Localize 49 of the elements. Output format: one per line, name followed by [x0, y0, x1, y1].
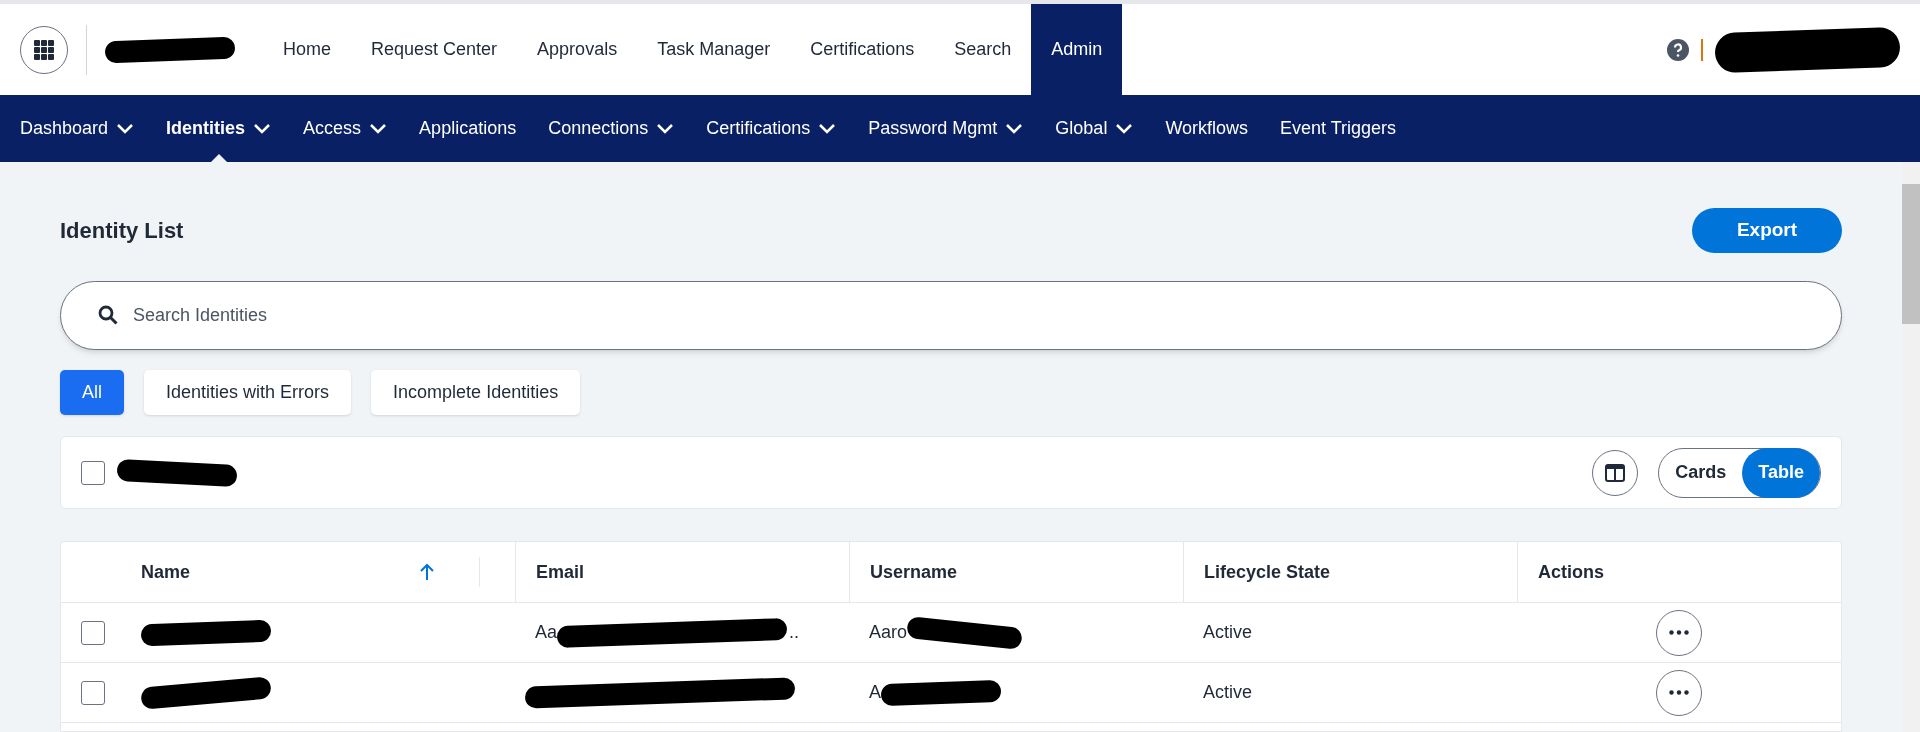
admin-nav-item[interactable]: Workflows — [1149, 95, 1265, 162]
more-icon — [1669, 690, 1689, 695]
column-header[interactable]: Name — [141, 558, 191, 586]
checkbox[interactable] — [81, 460, 105, 485]
table-cell-text: Aaro — [869, 621, 908, 644]
column-header[interactable]: Lifecycle State — [1204, 558, 1331, 586]
admin-nav-item[interactable]: Identities — [150, 95, 288, 162]
admin-nav-item[interactable]: Connections — [532, 95, 691, 162]
sort-ascending-icon[interactable] — [419, 563, 435, 581]
top-nav-tab[interactable]: Certifications — [790, 4, 935, 95]
top-nav-tab[interactable]: Search — [934, 4, 1032, 95]
top-nav-tab[interactable]: Approvals — [517, 4, 638, 95]
top-nav-tab[interactable]: Task Manager — [637, 4, 791, 95]
filter-chip[interactable]: All — [60, 370, 124, 415]
admin-nav-item[interactable]: Password Mgmt — [852, 95, 1040, 162]
top-nav-tab[interactable]: Request Center — [351, 4, 518, 95]
admin-nav-item[interactable]: Access — [287, 95, 404, 162]
top-nav-tab[interactable]: Admin — [1031, 4, 1123, 95]
export-button[interactable]: Export — [1692, 208, 1842, 253]
page-title: Identity List — [60, 217, 184, 245]
view-toggle-option[interactable]: Cards — [1659, 447, 1743, 498]
admin-nav-item[interactable]: Dashboard — [4, 95, 151, 162]
filter-chip[interactable]: Incomplete Identities — [371, 370, 581, 415]
column-header[interactable]: Username — [870, 558, 958, 586]
table-cell-text: A — [869, 681, 881, 704]
table-cell: Active — [1203, 682, 1253, 702]
column-header[interactable]: Actions — [1538, 558, 1604, 586]
search-field[interactable]: Search Identities — [60, 281, 1842, 350]
admin-nav-item[interactable]: Certifications — [690, 95, 853, 162]
columns-icon — [1605, 463, 1626, 482]
admin-nav-item[interactable]: Global — [1039, 95, 1150, 162]
column-header[interactable]: Email — [536, 558, 585, 586]
filter-chip[interactable]: Identities with Errors — [144, 370, 352, 415]
table-cell: Active — [1203, 622, 1253, 642]
active-indicator — [210, 154, 227, 162]
checkbox[interactable] — [81, 680, 105, 705]
checkbox[interactable] — [81, 620, 105, 645]
more-icon — [1669, 630, 1689, 635]
help-icon[interactable] — [1667, 38, 1689, 61]
scrollbar-thumb[interactable] — [1902, 184, 1920, 324]
scrollbar[interactable] — [1902, 162, 1920, 732]
table-cell-text: .. — [789, 621, 800, 644]
top-nav-tab[interactable]: Home — [263, 4, 351, 95]
search-icon — [98, 305, 118, 325]
admin-nav-item[interactable]: Event Triggers — [1264, 95, 1413, 162]
admin-nav-item[interactable]: Applications — [403, 95, 533, 162]
table-cell-text: Aa — [535, 621, 558, 644]
grid-icon — [34, 39, 54, 60]
view-toggle-option[interactable]: Table — [1742, 447, 1820, 498]
